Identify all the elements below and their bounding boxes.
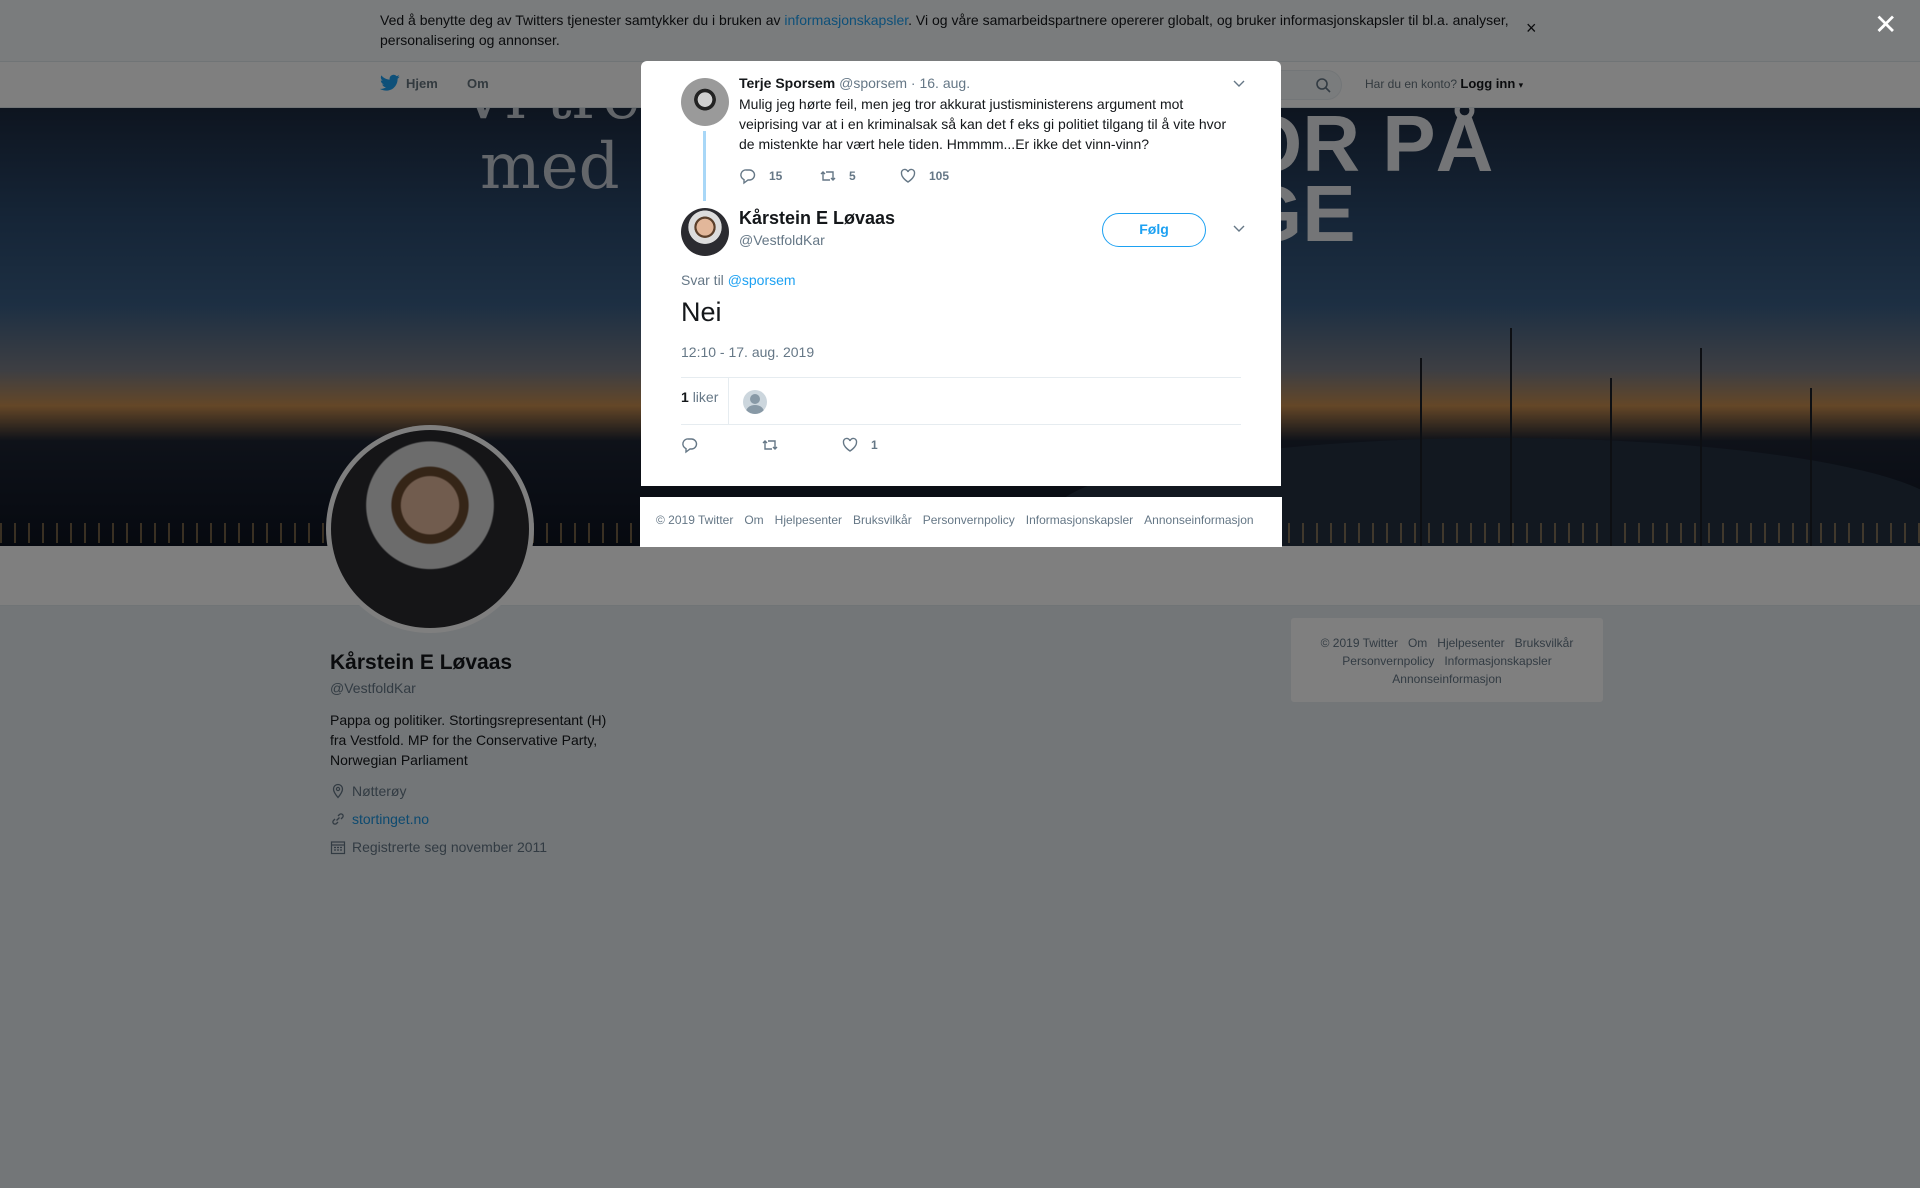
chevron-down-icon[interactable] [1232,223,1246,233]
reply-prefix: Svar til [681,272,724,288]
reply-button[interactable] [681,436,761,454]
tweet-timestamp[interactable]: 12:10 - 17. aug. 2019 [681,344,814,360]
heart-icon [900,168,916,183]
retweet-icon [820,171,836,181]
parent-tweet-header: Terje Sporsem @sporsem · 16. aug. [739,75,970,91]
thread-connector [703,131,706,201]
modal-footer-about[interactable]: Om [744,513,763,527]
retweet-count: 5 [849,169,856,183]
divider [681,377,1241,378]
reply-icon [682,438,698,454]
tweet-author-avatar[interactable] [681,208,729,256]
reply-icon [740,169,756,185]
likes-stat[interactable]: 1 liker [681,389,718,405]
modal-footer-privacy[interactable]: Personvernpolicy [923,513,1015,527]
heart-icon [842,437,858,452]
tweet-text: Nei [681,297,722,327]
chevron-down-icon[interactable] [1232,78,1246,88]
tweet-author-handle[interactable]: @VestfoldKar [739,232,825,248]
parent-tweet-name[interactable]: Terje Sporsem [739,75,835,91]
tweet-author-name[interactable]: Kårstein E Løvaas [739,208,895,229]
modal-footer: © 2019 Twitter Om Hjelpesenter Bruksvilkår P… [640,497,1282,547]
modal-footer-copyright: © 2019 Twitter [656,513,734,527]
retweet-icon [762,440,778,450]
reply-context: Svar til @sporsem [681,272,796,288]
divider [728,378,729,424]
like-button[interactable]: 1 [841,436,921,454]
like-button[interactable]: 105 [899,167,979,185]
retweet-button[interactable]: 5 [819,167,899,185]
parent-tweet-text: Mulig jeg hørte feil, men jeg tror akkur… [739,96,1227,152]
modal-footer-help[interactable]: Hjelpesenter [775,513,842,527]
divider [681,424,1241,425]
parent-tweet-handle[interactable]: @sporsem [839,75,907,91]
close-icon[interactable]: ✕ [1874,10,1900,40]
follow-button[interactable]: Følg [1102,213,1206,247]
reply-button[interactable]: 15 [739,167,819,185]
action-like-count: 1 [871,438,878,452]
parent-tweet-dot: · [910,75,916,91]
parent-tweet-date[interactable]: 16. aug. [919,75,970,91]
modal-footer-cookies[interactable]: Informasjonskapsler [1026,513,1133,527]
likes-stat-label: liker [692,389,719,405]
modal-footer-ads-info[interactable]: Annonseinformasjon [1144,513,1253,527]
tweet-actions: 1 [681,436,921,454]
modal-footer-terms[interactable]: Bruksvilkår [853,513,912,527]
tweet-modal: Terje Sporsem @sporsem · 16. aug. Mulig … [641,61,1281,486]
likes-stat-count: 1 [681,389,689,405]
like-count: 105 [929,169,950,183]
parent-tweet-avatar[interactable] [681,78,729,126]
retweet-button[interactable] [761,436,841,454]
reply-count: 15 [769,169,783,183]
parent-tweet-actions: 15 5 105 [739,167,979,185]
liker-avatar[interactable] [743,390,767,414]
reply-to-handle[interactable]: @sporsem [728,272,796,288]
